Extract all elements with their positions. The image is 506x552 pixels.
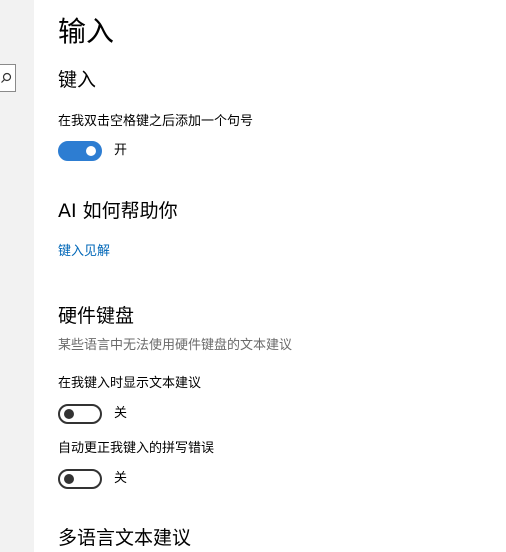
hardware-keyboard-description: 某些语言中无法使用硬件键盘的文本建议 [58, 338, 293, 353]
typing-insights-link[interactable]: 键入见解 [58, 243, 110, 261]
toggle-knob [86, 146, 96, 156]
autocorrect-toggle[interactable] [58, 469, 102, 489]
section-title-hardware-keyboard: 硬件键盘 [58, 305, 135, 327]
search-input[interactable] [0, 64, 16, 92]
section-title-typing: 键入 [58, 69, 97, 91]
page-title: 输入 [58, 15, 115, 48]
double-space-toggle[interactable] [58, 141, 102, 161]
toggle-knob [64, 409, 74, 419]
text-suggestions-label: 在我键入时显示文本建议 [58, 376, 202, 391]
double-space-label: 在我双击空格键之后添加一个句号 [58, 114, 254, 129]
section-title-multilingual: 多语言文本建议 [58, 527, 192, 549]
search-icon [1, 72, 12, 83]
autocorrect-state: 关 [114, 471, 128, 486]
sidebar [0, 0, 34, 552]
double-space-state: 开 [114, 143, 128, 158]
autocorrect-label: 自动更正我键入的拼写错误 [58, 441, 215, 456]
section-title-ai: AI 如何帮助你 [58, 200, 178, 222]
text-suggestions-state: 关 [114, 406, 128, 421]
text-suggestions-toggle[interactable] [58, 404, 102, 424]
toggle-knob [64, 474, 74, 484]
